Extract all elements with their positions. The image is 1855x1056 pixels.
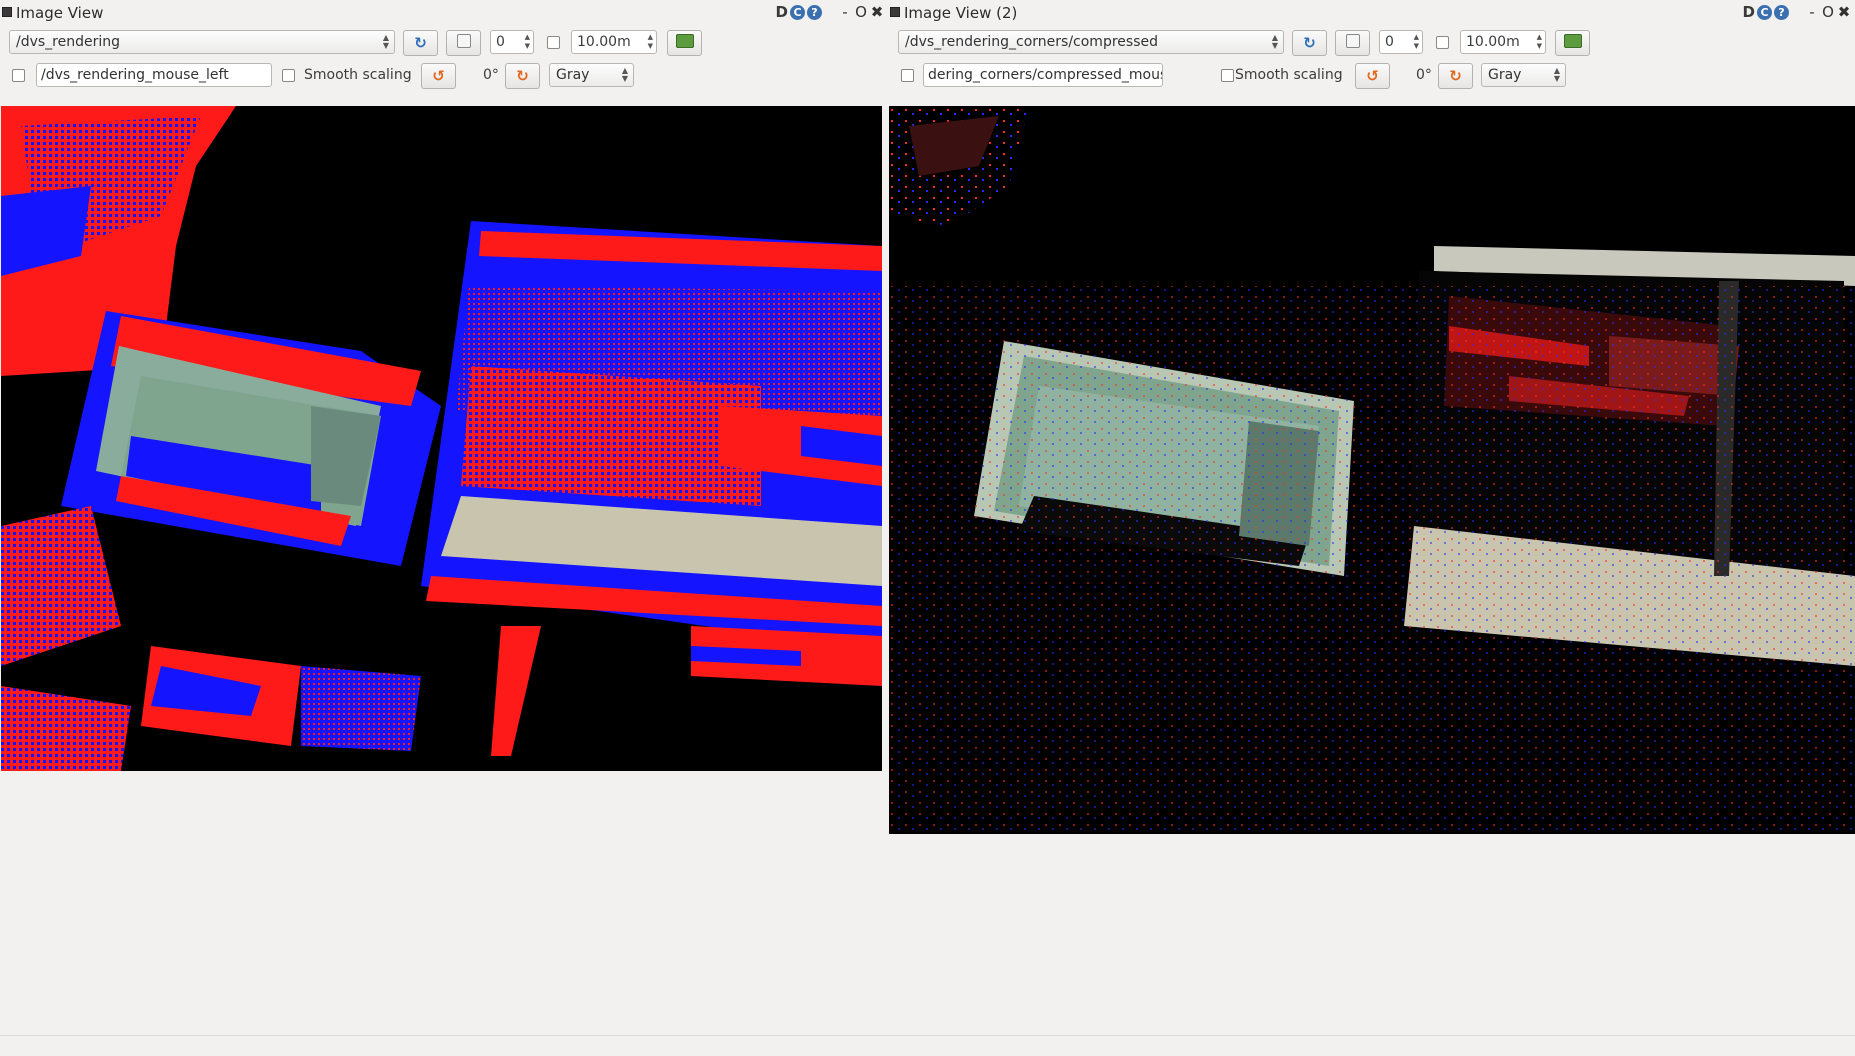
rotate-left-button[interactable]: ↺ [1355, 63, 1390, 89]
window-icon [2, 7, 12, 17]
title-controls: D C ? - O ✖ [776, 3, 884, 21]
frame-spinbox-value: 0 [496, 34, 505, 50]
pause-icon [1345, 34, 1360, 48]
spin-arrows-icon: ▲ ▼ [1413, 33, 1419, 50]
time-spinbox[interactable]: 10.00m ▲ ▼ [1460, 30, 1546, 54]
image-view-left: Image View D C ? - O ✖ /dvs_rendering ▲ ▼… [0, 0, 888, 1056]
colormap-select-value: Gray [556, 67, 590, 83]
rotate-right-button[interactable]: ↻ [1438, 63, 1473, 89]
rotate-right-button[interactable]: ↻ [505, 63, 540, 89]
rotation-label: 0° [1416, 67, 1432, 83]
select-arrows-icon: ▲ ▼ [1553, 66, 1560, 83]
select-arrows-icon: ▲ ▼ [621, 66, 628, 83]
smooth-scaling-label: Smooth scaling [304, 67, 412, 83]
mouse-topic-input[interactable]: dering_corners/compressed_mouse_left [923, 63, 1163, 87]
select-arrows-icon: ▲ ▼ [1271, 33, 1278, 50]
save-icon [1563, 34, 1582, 48]
rotate-cw-icon: ↻ [516, 67, 529, 85]
dvs-corners-image [889, 106, 1855, 834]
refresh-icon: ↻ [414, 34, 427, 52]
topic-select[interactable]: /dvs_rendering_corners/compressed ▲ ▼ [898, 30, 1284, 54]
rotate-left-button[interactable]: ↺ [421, 63, 456, 89]
title-bar: Image View D C ? - O ✖ [0, 0, 888, 26]
rotate-ccw-icon: ↺ [1366, 67, 1379, 85]
frame-spinbox[interactable]: 0 ▲ ▼ [1379, 30, 1423, 54]
title-controls: D C ? - O ✖ [1743, 3, 1851, 21]
dvs-event-image [1, 106, 882, 771]
mouse-topic-value: dering_corners/compressed_mouse_left [928, 67, 1162, 83]
toolbar-row-1: /dvs_rendering ▲ ▼ ↻ 0 ▲ ▼ 10.00m ▲ ▼ [0, 30, 888, 58]
window-icon [890, 7, 900, 17]
mouse-topic-value: /dvs_rendering_mouse_left [41, 67, 229, 83]
time-spinbox-value: 10.00m [1466, 34, 1520, 50]
frame-spinbox-value: 0 [1385, 34, 1394, 50]
refresh-topics-button[interactable]: ↻ [1292, 30, 1327, 56]
topic-select-value: /dvs_rendering_corners/compressed [905, 34, 1158, 50]
float-button[interactable]: O [854, 3, 868, 21]
save-image-button[interactable] [1555, 30, 1590, 56]
reload-plugin-icon[interactable]: C [1757, 4, 1772, 20]
image-display[interactable] [1, 106, 882, 771]
rotate-ccw-icon: ↺ [432, 67, 445, 85]
time-spinbox-value: 10.00m [577, 34, 631, 50]
spin-arrows-icon: ▲ ▼ [647, 33, 653, 50]
image-view-right: Image View (2) D C ? - O ✖ /dvs_renderin… [888, 0, 1855, 1056]
window-title: Image View [16, 4, 104, 22]
status-bar [0, 1035, 1855, 1056]
dock-help-d-icon[interactable]: D [1743, 3, 1755, 21]
title-bar: Image View (2) D C ? - O ✖ [888, 0, 1855, 26]
pause-button[interactable] [446, 30, 481, 56]
frame-spinbox[interactable]: 0 ▲ ▼ [490, 30, 534, 54]
pause-icon [456, 34, 471, 48]
rotate-cw-icon: ↻ [1449, 67, 1462, 85]
image-display[interactable] [889, 106, 1855, 834]
colormap-select-value: Gray [1488, 67, 1522, 83]
toolbar-row-2: dering_corners/compressed_mouse_left Smo… [888, 63, 1855, 91]
time-enable-checkbox[interactable] [1436, 36, 1449, 49]
time-enable-checkbox[interactable] [547, 36, 560, 49]
time-spinbox[interactable]: 10.00m ▲ ▼ [571, 30, 657, 54]
smooth-scaling-checkbox[interactable] [282, 69, 295, 82]
mouse-publish-checkbox[interactable] [901, 69, 914, 82]
pause-button[interactable] [1335, 30, 1370, 56]
refresh-icon: ↻ [1303, 34, 1316, 52]
refresh-topics-button[interactable]: ↻ [403, 30, 438, 56]
smooth-scaling-label: Smooth scaling [1235, 67, 1343, 83]
close-button[interactable]: ✖ [870, 3, 884, 21]
minimize-button[interactable]: - [1805, 3, 1819, 21]
topic-select[interactable]: /dvs_rendering ▲ ▼ [9, 30, 395, 54]
save-image-button[interactable] [667, 30, 702, 56]
mouse-topic-input[interactable]: /dvs_rendering_mouse_left [36, 63, 272, 87]
save-icon [675, 34, 694, 48]
close-button[interactable]: ✖ [1837, 3, 1851, 21]
topic-select-value: /dvs_rendering [16, 34, 121, 50]
colormap-select[interactable]: Gray ▲ ▼ [1481, 63, 1566, 87]
minimize-button[interactable]: - [838, 3, 852, 21]
spin-arrows-icon: ▲ ▼ [524, 33, 530, 50]
toolbar-row-1: /dvs_rendering_corners/compressed ▲ ▼ ↻ 0… [888, 30, 1855, 58]
float-button[interactable]: O [1821, 3, 1835, 21]
select-arrows-icon: ▲ ▼ [382, 33, 389, 50]
rotation-label: 0° [483, 67, 499, 83]
spin-arrows-icon: ▲ ▼ [1536, 33, 1542, 50]
colormap-select[interactable]: Gray ▲ ▼ [549, 63, 634, 87]
dock-help-d-icon[interactable]: D [776, 3, 788, 21]
toolbar-row-2: /dvs_rendering_mouse_left Smooth scaling… [0, 63, 888, 91]
reload-plugin-icon[interactable]: C [790, 4, 805, 20]
smooth-scaling-checkbox[interactable] [1221, 69, 1234, 82]
window-title: Image View (2) [904, 4, 1018, 22]
help-icon[interactable]: ? [807, 4, 822, 20]
help-icon[interactable]: ? [1774, 4, 1789, 20]
mouse-publish-checkbox[interactable] [12, 69, 25, 82]
